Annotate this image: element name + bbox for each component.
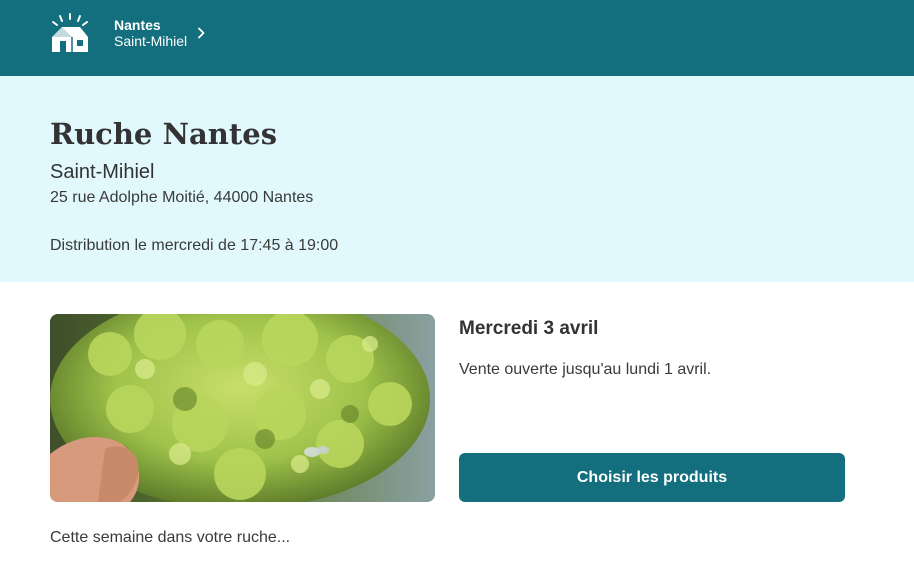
hive-switcher-labels: Nantes Saint-Mihiel xyxy=(114,17,187,49)
week-intro: Cette semaine dans votre ruche... xyxy=(50,529,291,546)
header-hive-name: Saint-Mihiel xyxy=(114,33,188,49)
lettuce-photo xyxy=(50,314,435,502)
sale-status: Vente ouverte jusqu'au lundi 1 avril. xyxy=(459,361,712,378)
hive-subtitle: Saint-Mihiel xyxy=(50,161,155,183)
header-city: Nantes xyxy=(114,17,161,33)
page-title: Ruche Nantes xyxy=(50,117,278,151)
top-bar: Nantes Saint-Mihiel xyxy=(0,0,914,76)
sale-date: Mercredi 3 avril xyxy=(459,318,599,339)
hive-address: 25 rue Adolphe Moitié, 44000 Nantes xyxy=(50,189,314,206)
distribution-schedule: Distribution le mercredi de 17:45 à 19:0… xyxy=(50,237,339,254)
hive-info: Ruche Nantes Saint-Mihiel 25 rue Adolphe… xyxy=(0,76,914,282)
choose-products-button[interactable]: Choisir les produits xyxy=(459,453,845,502)
sale-photo xyxy=(50,314,435,502)
chevron-right-icon xyxy=(198,27,205,39)
hive-house-icon xyxy=(52,13,88,52)
hive-switcher[interactable]: Nantes Saint-Mihiel xyxy=(50,12,207,54)
